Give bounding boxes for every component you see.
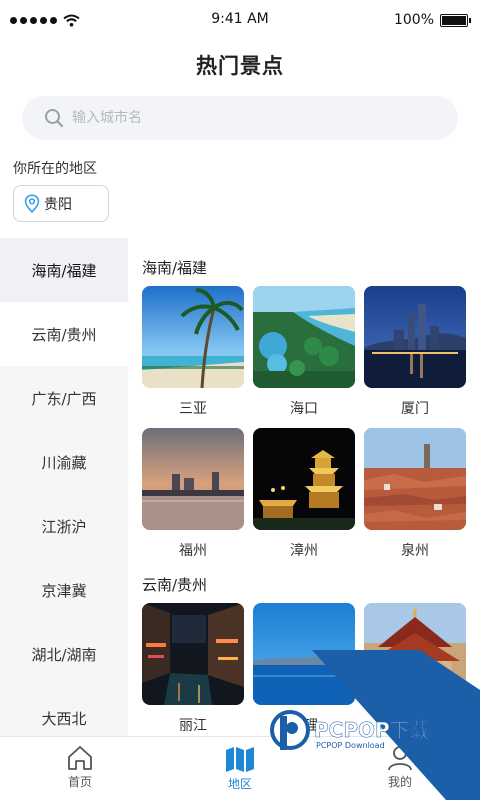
region-label: 你所在的地区 [13,161,97,177]
map-icon [226,747,254,772]
tab-label: 首页 [67,775,92,789]
tab-home[interactable]: 首页 [0,737,160,800]
city-name: 西双版纳 [387,718,443,734]
sidebar-item-jiangzhehu[interactable]: 江浙沪 [0,494,128,558]
home-icon [68,746,92,770]
tab-label: 地区 [227,777,252,791]
tab-profile[interactable]: 我的 [320,737,480,800]
current-location-button[interactable]: 贵阳 [13,185,109,222]
city-card-sanya[interactable]: 三亚 [142,286,244,428]
attractions-content: 海南/福建 三亚 海口 厦门 福州 漳州 泉州 云南/贵州 丽江 大理 西双版纳 [128,238,480,736]
sidebar-item-label: 湖北/湖南 [31,645,97,664]
sidebar-item-label: 大西北 [41,709,87,728]
city-card-xiamen[interactable]: 厦门 [364,286,466,428]
city-photo [364,603,466,705]
city-card-dali[interactable]: 大理 [253,603,355,736]
sidebar-item-label: 海南/福建 [31,261,97,280]
tab-label: 我的 [387,775,412,789]
sidebar-item-chuanyuzang[interactable]: 川渝藏 [0,430,128,494]
sidebar-item-label: 京津冀 [41,581,87,600]
city-photo [253,603,355,705]
status-bar: 9:41 AM 100% [0,0,480,40]
sidebar-item-label: 云南/贵州 [31,325,97,344]
sidebar-item-guangdong-guangxi[interactable]: 广东/广西 [0,366,128,430]
location-pin-icon [24,194,40,213]
city-photo [253,428,355,530]
city-card-quanzhou[interactable]: 泉州 [364,428,466,570]
tab-region[interactable]: 地区 [160,737,320,800]
signal-area [10,14,80,27]
battery-icon [440,13,471,27]
search-icon [45,109,64,128]
city-name: 福州 [179,543,207,559]
wifi-icon [63,14,80,27]
city-card-fuzhou[interactable]: 福州 [142,428,244,570]
city-name: 大理 [290,718,318,734]
city-name: 海口 [290,401,318,417]
region-sidebar: 海南/福建 云南/贵州 广东/广西 川渝藏 江浙沪 京津冀 湖北/湖南 大西北 [0,238,128,736]
city-photo [142,603,244,705]
battery-percent: 100% [393,12,434,28]
sidebar-item-label: 川渝藏 [41,453,87,472]
city-grid: 丽江 大理 西双版纳 [142,603,480,736]
city-name: 漳州 [290,543,318,559]
signal-strength-icon [10,16,57,24]
sidebar-item-yunnan-guizhou[interactable]: 云南/贵州 [0,302,128,366]
battery-area: 100% [393,12,471,28]
search-input[interactable] [72,110,432,126]
city-card-zhangzhou[interactable]: 漳州 [253,428,355,570]
city-name: 泉州 [401,543,429,559]
city-photo [142,286,244,388]
current-city-label: 贵阳 [44,196,72,213]
city-photo [364,428,466,530]
page-title: 热门景点 [196,54,284,78]
city-photo [142,428,244,530]
city-name: 厦门 [401,401,429,417]
city-photo [253,286,355,388]
profile-icon [388,746,412,771]
sidebar-item-label: 广东/广西 [31,389,97,408]
city-name: 三亚 [179,401,207,417]
sidebar-item-hainan-fujian[interactable]: 海南/福建 [0,238,128,302]
sidebar-item-hubei-hunan[interactable]: 湖北/湖南 [0,622,128,686]
sidebar-item-northwest[interactable]: 大西北 [0,686,128,736]
sidebar-item-label: 江浙沪 [41,517,87,536]
search-bar[interactable] [22,96,458,140]
city-card-xishuangbanna[interactable]: 西双版纳 [364,603,466,736]
bottom-tab-bar: 首页 地区 我的 [0,736,480,800]
city-card-lijiang[interactable]: 丽江 [142,603,244,736]
city-grid: 三亚 海口 厦门 福州 漳州 泉州 [142,286,480,570]
city-card-haikou[interactable]: 海口 [253,286,355,428]
city-name: 丽江 [179,718,207,734]
city-photo [364,286,466,388]
sidebar-item-jingjinji[interactable]: 京津冀 [0,558,128,622]
section-title: 云南/贵州 [142,576,208,594]
section-title: 海南/福建 [142,259,208,277]
